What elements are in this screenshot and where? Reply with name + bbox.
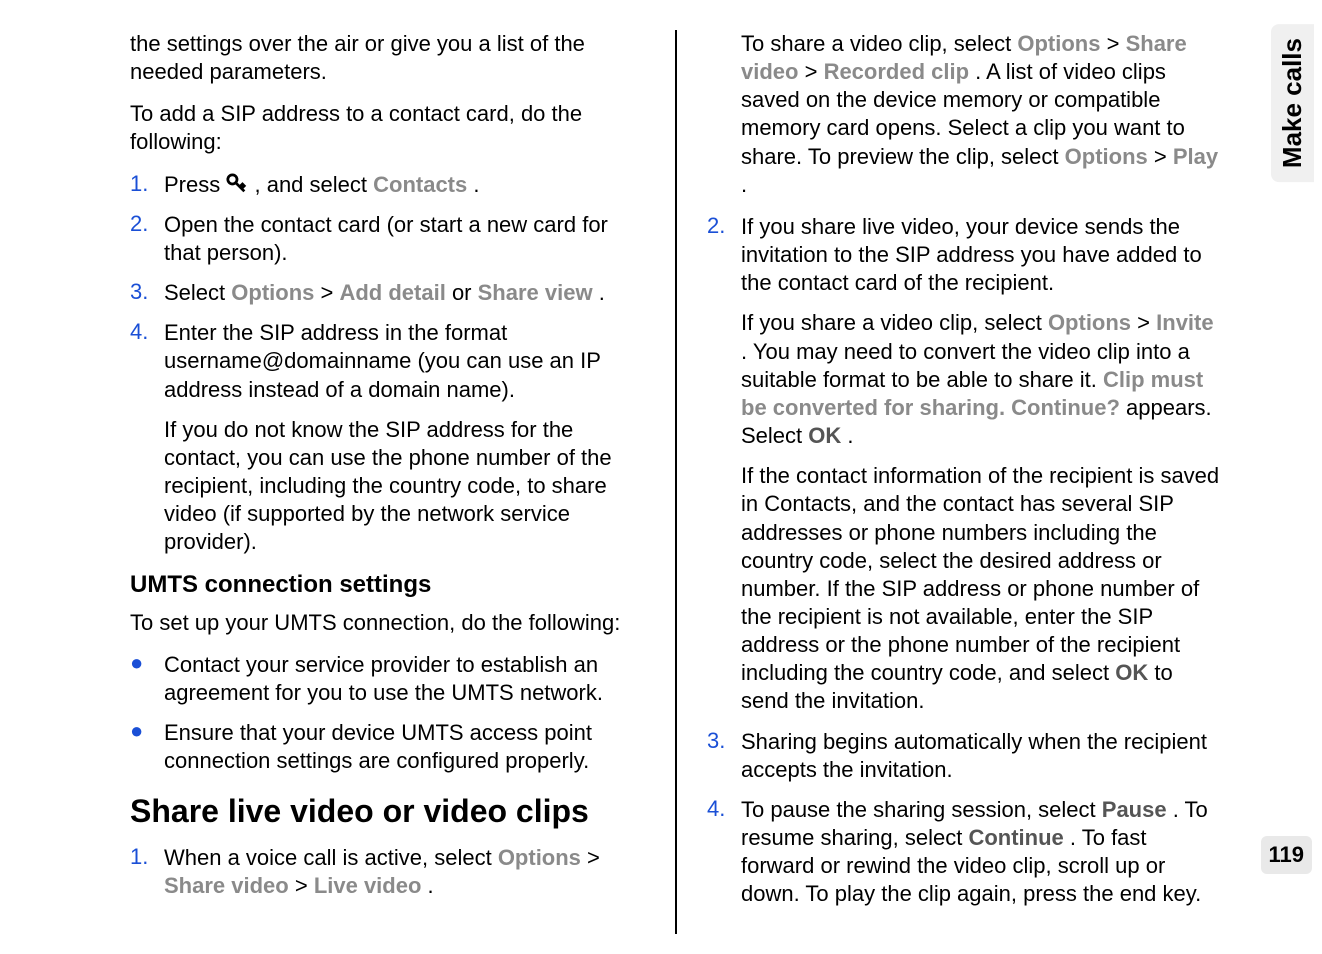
list-body: To pause the sharing session, select Pau… (741, 796, 1222, 909)
list-number: 1. (130, 171, 164, 197)
text: > (805, 59, 824, 84)
list-number: 4. (707, 796, 741, 822)
ui-label-options: Options (1048, 310, 1131, 335)
left-column: the settings over the air or give you a … (110, 30, 677, 934)
text: > (321, 280, 340, 305)
ui-label-invite: Invite (1156, 310, 1213, 335)
text: . (847, 423, 853, 448)
paragraph: To share a video clip, select Options > … (741, 30, 1222, 199)
text: To share a video clip, select (741, 31, 1017, 56)
ui-label-pause: Pause (1102, 797, 1167, 822)
ui-label-ok: OK (1115, 660, 1148, 685)
list-body: If you share live video, your device sen… (741, 213, 1222, 716)
menu-key-icon (226, 173, 248, 195)
list-body: When a voice call is active, select Opti… (164, 844, 645, 900)
page: the settings over the air or give you a … (0, 0, 1322, 954)
text: > (1107, 31, 1126, 56)
text: . (741, 172, 747, 197)
ui-label-options: Options (1017, 31, 1100, 56)
ui-label-share-view: Share view (478, 280, 593, 305)
section-tab: Make calls (1271, 24, 1314, 182)
ui-label-play: Play (1173, 144, 1218, 169)
list-body: Enter the SIP address in the format user… (164, 319, 645, 556)
list-item: 1. When a voice call is active, select O… (130, 844, 645, 900)
sub-paragraph: If you do not know the SIP address for t… (164, 416, 645, 557)
bullet-list-umts: ● Contact your service provider to estab… (130, 651, 645, 776)
text: , and select (254, 172, 373, 197)
list-number: 3. (707, 728, 741, 754)
text: Enter the SIP address in the format user… (164, 320, 601, 401)
ui-label-recorded-clip: Recorded clip (824, 59, 969, 84)
text: Press (164, 172, 226, 197)
list-number: 3. (130, 279, 164, 305)
text: > (1154, 144, 1173, 169)
text: > (587, 845, 600, 870)
sub-paragraph: If the contact information of the recipi… (741, 462, 1222, 715)
paragraph: the settings over the air or give you a … (130, 30, 645, 86)
text: . (428, 873, 434, 898)
list-item: 2. Open the contact card (or start a new… (130, 211, 645, 267)
text: or (452, 280, 478, 305)
sidebar: Make calls (1262, 0, 1322, 954)
list-body: Press , and select Contacts . (164, 171, 645, 199)
text: If you share a video clip, select (741, 310, 1048, 335)
list-item: 1. Press , and select Contacts . (130, 171, 645, 199)
list-body: Ensure that your device UMTS access poin… (164, 719, 645, 775)
sub-paragraph: If you share a video clip, select Option… (741, 309, 1222, 450)
ui-label-options: Options (231, 280, 314, 305)
ui-label-options: Options (498, 845, 581, 870)
text: . (599, 280, 605, 305)
ui-label-contacts: Contacts (373, 172, 467, 197)
list-item: 2. If you share live video, your device … (707, 213, 1222, 716)
ui-label-add-detail: Add detail (339, 280, 445, 305)
ordered-list-share-cont: 2. If you share live video, your device … (707, 213, 1222, 909)
content-columns: the settings over the air or give you a … (0, 0, 1262, 954)
right-column: To share a video clip, select Options > … (677, 30, 1242, 934)
text: Select (164, 280, 231, 305)
paragraph: To add a SIP address to a contact card, … (130, 100, 645, 156)
text: When a voice call is active, select (164, 845, 498, 870)
heading-share-video: Share live video or video clips (130, 793, 645, 830)
list-item: 3. Sharing begins automatically when the… (707, 728, 1222, 784)
ui-label-ok: OK (808, 423, 841, 448)
text: > (1137, 310, 1156, 335)
list-number: 2. (130, 211, 164, 237)
page-number: 119 (1261, 836, 1313, 874)
text: To pause the sharing session, select (741, 797, 1102, 822)
list-item: ● Ensure that your device UMTS access po… (130, 719, 645, 775)
ui-label-options: Options (1065, 144, 1148, 169)
list-body: Select Options > Add detail or Share vie… (164, 279, 645, 307)
list-body: Open the contact card (or start a new ca… (164, 211, 645, 267)
text: > (295, 873, 314, 898)
list-body: Sharing begins automatically when the re… (741, 728, 1222, 784)
list-number: 4. (130, 319, 164, 345)
bullet-icon: ● (130, 719, 164, 743)
list-item: ● Contact your service provider to estab… (130, 651, 645, 707)
paragraph: To set up your UMTS connection, do the f… (130, 609, 645, 637)
ui-label-continue: Continue (968, 825, 1063, 850)
ordered-list-share: 1. When a voice call is active, select O… (130, 844, 645, 900)
list-body: Contact your service provider to establi… (164, 651, 645, 707)
list-number: 1. (130, 844, 164, 870)
heading-umts: UMTS connection settings (130, 571, 645, 599)
text: If you share live video, your device sen… (741, 214, 1202, 295)
text: . (473, 172, 479, 197)
ui-label-live-video: Live video (314, 873, 422, 898)
list-item: 3. Select Options > Add detail or Share … (130, 279, 645, 307)
ui-label-share-video: Share video (164, 873, 289, 898)
text: If the contact information of the recipi… (741, 463, 1219, 685)
list-number: 2. (707, 213, 741, 239)
list-item: 4. Enter the SIP address in the format u… (130, 319, 645, 556)
bullet-icon: ● (130, 651, 164, 675)
ordered-list-sip: 1. Press , and select Contacts . 2. Open… (130, 171, 645, 557)
list-item: 4. To pause the sharing session, select … (707, 796, 1222, 909)
